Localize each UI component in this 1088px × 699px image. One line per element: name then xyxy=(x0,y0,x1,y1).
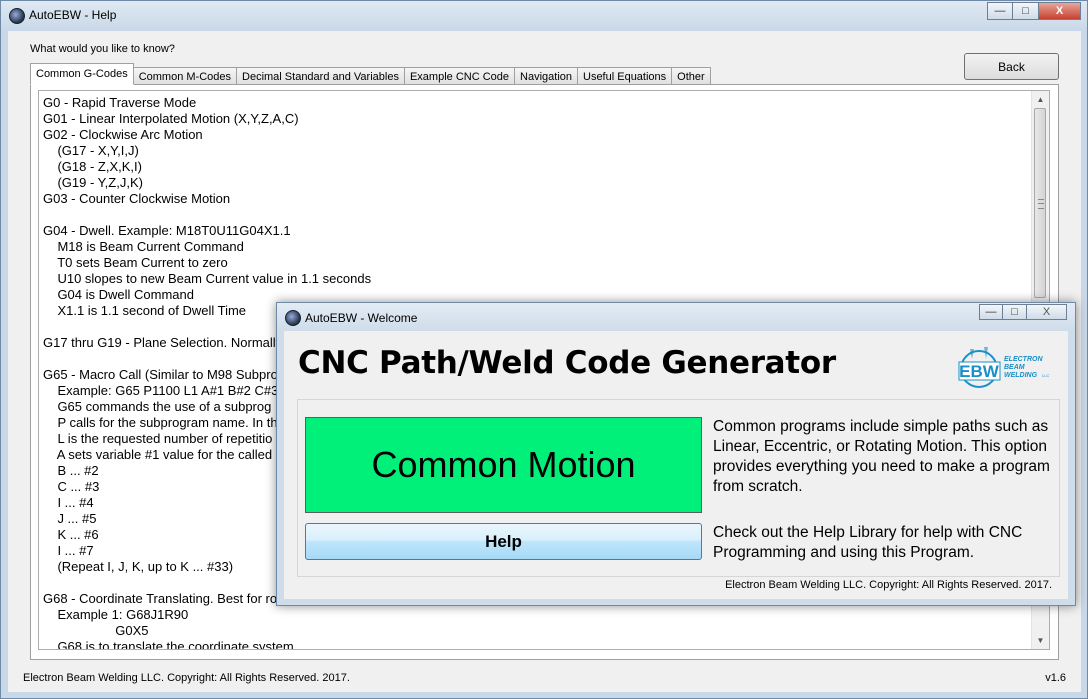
dialog-close-button[interactable]: X xyxy=(1027,304,1067,320)
minimize-button[interactable]: — xyxy=(987,2,1013,20)
welcome-heading: CNC Path/Weld Code Generator xyxy=(298,345,836,381)
help-line: T0 sets Beam Current to zero xyxy=(43,255,228,270)
caption-buttons: — □ X xyxy=(987,2,1081,20)
window-title: AutoEBW - Help xyxy=(29,8,117,22)
back-button[interactable]: Back xyxy=(964,53,1059,80)
title-bar[interactable]: AutoEBW - Help — □ X xyxy=(1,1,1087,29)
options-panel: Common Motion Common programs include si… xyxy=(297,399,1060,577)
maximize-button[interactable]: □ xyxy=(1013,2,1039,20)
dialog-caption-buttons: — □ X xyxy=(979,304,1067,320)
dialog-app-icon xyxy=(285,310,301,326)
logo-text: EBW xyxy=(959,362,1000,381)
version-label: v1.6 xyxy=(1045,672,1066,684)
dialog-title-bar[interactable]: AutoEBW - Welcome — □ X xyxy=(277,303,1075,331)
help-line: G04 - Dwell. Example: M18T0U11G04X1.1 xyxy=(43,223,291,238)
tab-common-g-codes[interactable]: Common G-Codes xyxy=(30,63,134,85)
help-description: Check out the Help Library for help with… xyxy=(713,524,1023,561)
help-line xyxy=(43,207,1029,223)
status-bar: Electron Beam Welding LLC. Copyright: Al… xyxy=(8,664,1081,692)
app-icon xyxy=(9,8,25,24)
help-tabs: Common G-Codes Common M-Codes Decimal St… xyxy=(30,63,711,85)
prompt-label: What would you like to know? xyxy=(30,43,175,55)
scroll-down-arrow-icon[interactable]: ▼ xyxy=(1032,632,1049,649)
close-button[interactable]: X xyxy=(1039,2,1081,20)
help-line: G0 - Rapid Traverse Mode xyxy=(43,95,197,110)
grip-icon xyxy=(1038,199,1044,209)
logo-caption-1: ELECTRON xyxy=(1004,356,1043,363)
tab-decimal-standard[interactable]: Decimal Standard and Variables xyxy=(237,67,405,85)
copyright-text: Electron Beam Welding LLC. Copyright: Al… xyxy=(23,672,350,684)
help-line: M18 is Beam Current Command xyxy=(43,239,244,254)
help-line: G68 is to translate the coordinate syste… xyxy=(43,639,294,650)
help-line: G0X5 xyxy=(43,623,149,638)
tab-navigation[interactable]: Navigation xyxy=(515,67,578,85)
dialog-copyright: Electron Beam Welding LLC. Copyright: Al… xyxy=(725,579,1052,591)
help-line: U10 slopes to new Beam Current value in … xyxy=(43,271,372,286)
tab-other[interactable]: Other xyxy=(672,67,711,85)
tab-common-m-codes[interactable]: Common M-Codes xyxy=(133,67,238,85)
ebw-logo: EBW ELECTRON BEAM WELDING LLC xyxy=(958,347,1049,388)
help-line: G01 - Linear Interpolated Motion (X,Y,Z,… xyxy=(43,111,299,126)
help-line: G04 is Dwell Command xyxy=(43,287,194,302)
help-line: (G17 - X,Y,I,J) xyxy=(43,143,139,158)
help-line: Example 1: G68J1R90 xyxy=(43,607,189,622)
help-line: G03 - Counter Clockwise Motion xyxy=(43,191,231,206)
help-line: (G19 - Y,Z,J,K) xyxy=(43,175,143,190)
dialog-minimize-button[interactable]: — xyxy=(979,304,1003,320)
logo-caption-2: BEAM xyxy=(1004,364,1025,371)
common-motion-button[interactable]: Common Motion xyxy=(305,417,702,513)
help-button[interactable]: Help xyxy=(305,523,702,560)
scroll-thumb[interactable] xyxy=(1034,108,1046,298)
logo-suffix: LLC xyxy=(1042,373,1049,378)
dialog-title: AutoEBW - Welcome xyxy=(305,311,418,325)
tab-example-cnc-code[interactable]: Example CNC Code xyxy=(404,67,516,85)
help-line: (G18 - Z,X,K,I) xyxy=(43,159,142,174)
scroll-up-arrow-icon[interactable]: ▲ xyxy=(1032,91,1049,108)
help-line: G02 - Clockwise Arc Motion xyxy=(43,127,203,142)
tab-useful-equations[interactable]: Useful Equations xyxy=(578,67,673,85)
logo-caption-3: WELDING xyxy=(1004,372,1038,379)
dialog-client-area: CNC Path/Weld Code Generator EBW ELECTRO… xyxy=(284,331,1068,599)
common-motion-description: Common programs include simple paths suc… xyxy=(713,418,1050,495)
welcome-dialog: AutoEBW - Welcome — □ X CNC Path/Weld Co… xyxy=(276,302,1076,606)
dialog-maximize-button[interactable]: □ xyxy=(1003,304,1027,320)
